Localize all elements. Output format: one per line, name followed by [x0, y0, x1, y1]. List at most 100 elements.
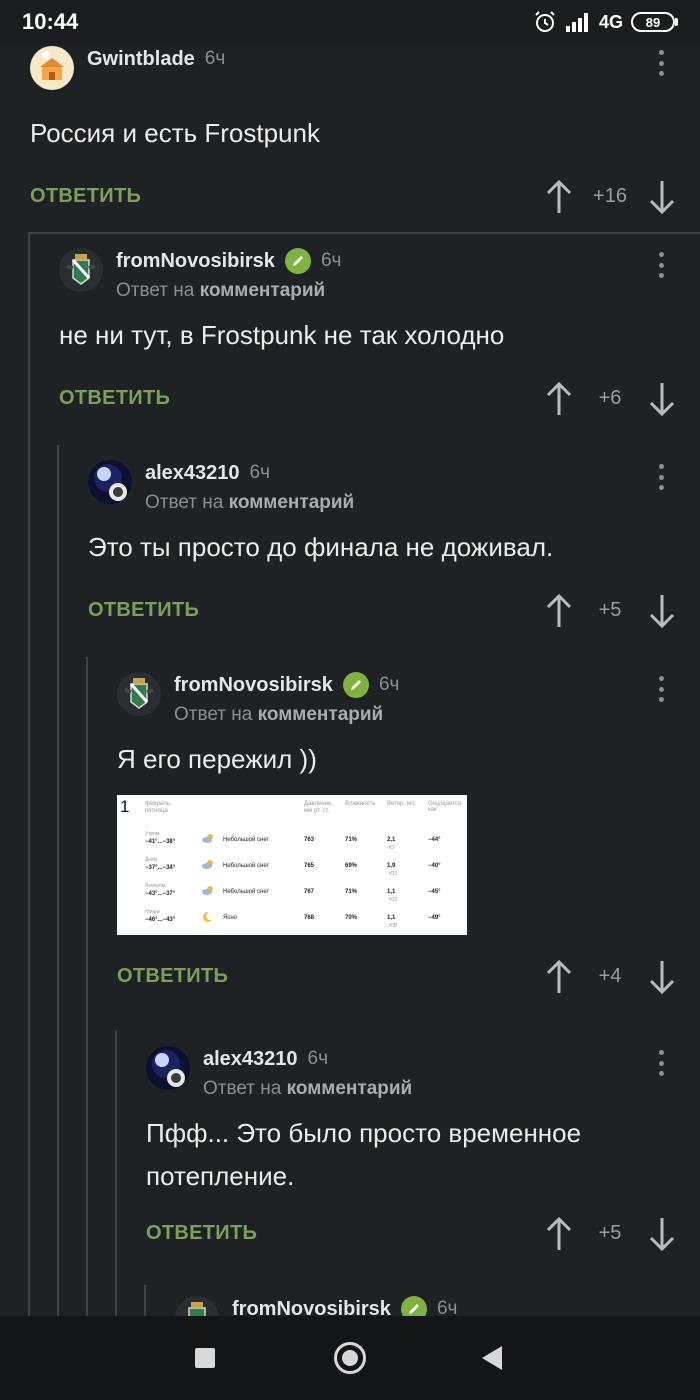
comment: alex43210 6ч Ответ на комментарий Пфф...… — [146, 1046, 700, 1264]
status-bar: 10:44 4G 89 — [0, 0, 700, 44]
reply-to-link[interactable]: комментарий — [229, 492, 355, 513]
thread-divider — [28, 232, 700, 234]
weather-wind: 2,1 — [387, 837, 396, 843]
comment-author[interactable]: fromNovosibirsk 6ч — [116, 248, 341, 274]
author-name[interactable]: fromNovosibirsk — [232, 1298, 391, 1317]
comment-time: 6ч — [204, 48, 226, 69]
more-options-icon[interactable] — [652, 464, 670, 490]
weather-temp: −41°...−38° — [145, 839, 176, 845]
status-time: 10:44 — [22, 9, 79, 34]
weather-wind-dir: ЮЗ — [389, 871, 398, 877]
reply-to-label: Ответ на комментарий — [145, 492, 355, 513]
weather-humidity: 70% — [345, 915, 358, 921]
comment-text: не ни тут, в Frostpunk не так холодно — [59, 320, 505, 350]
author-name[interactable]: alex43210 — [145, 462, 240, 485]
avatar[interactable] — [30, 46, 74, 90]
reply-to-label: Ответ на комментарий — [203, 1078, 413, 1099]
reply-to-link[interactable]: комментарий — [258, 704, 384, 725]
comment-author[interactable]: alex43210 6ч — [203, 1046, 328, 1072]
thread-line — [144, 1285, 146, 1316]
weather-period: Днём — [145, 857, 158, 863]
weather-pressure: 767 — [304, 889, 315, 895]
avatar[interactable] — [146, 1046, 190, 1090]
comment: alex43210 6ч Ответ на комментарий Это ты… — [88, 460, 700, 641]
comment-text: Я его пережил )) — [117, 744, 317, 774]
back-button-icon[interactable] — [482, 1346, 502, 1370]
weather-screenshot-image[interactable]: 1 февраль, пятница Давление, мм рт. ст. … — [117, 795, 467, 935]
downvote-arrow-icon[interactable] — [647, 593, 677, 629]
comment-score: +5 — [598, 599, 622, 621]
avatar[interactable] — [117, 672, 161, 716]
pencil-badge-icon — [400, 1296, 427, 1316]
weather-wind-dir: Ю — [389, 845, 395, 851]
weather-feels: −49° — [428, 915, 441, 921]
battery-level: 89 — [645, 14, 661, 30]
more-options-icon[interactable] — [652, 1050, 670, 1076]
comment-author[interactable]: alex43210 6ч — [145, 460, 270, 486]
weather-pressure: 768 — [304, 915, 315, 921]
comment-author[interactable]: fromNovosibirsk 6ч — [232, 1296, 457, 1316]
upvote-arrow-icon[interactable] — [544, 593, 574, 629]
reply-button[interactable]: ОТВЕТИТЬ — [146, 1222, 257, 1245]
weather-desc: Небольшой снег — [223, 889, 269, 895]
thread-line — [28, 234, 30, 1316]
weather-humidity: 71% — [345, 837, 358, 843]
avatar[interactable] — [88, 460, 132, 504]
author-name[interactable]: fromNovosibirsk — [116, 250, 275, 273]
downvote-arrow-icon[interactable] — [647, 959, 677, 995]
weather-feels: −44° — [428, 837, 441, 843]
weather-desc: Ясно — [223, 915, 237, 921]
upvote-arrow-icon[interactable] — [544, 381, 574, 417]
weather-desc: Небольшой снег — [223, 863, 269, 869]
weather-temp: −37°...−34° — [145, 865, 176, 871]
reply-button[interactable]: ОТВЕТИТЬ — [88, 599, 199, 622]
author-name[interactable]: fromNovosibirsk — [174, 674, 333, 697]
status-icons: 4G 89 — [533, 9, 678, 35]
recents-button-icon[interactable] — [195, 1348, 215, 1368]
reply-to-label: Ответ на комментарий — [116, 280, 326, 301]
comment-score: +4 — [598, 965, 622, 987]
weather-pressure: 763 — [304, 837, 315, 843]
upvote-arrow-icon[interactable] — [544, 959, 574, 995]
weather-desc: Небольшой снег — [223, 837, 269, 843]
comment-actions: ОТВЕТИТЬ +4 — [117, 947, 700, 1007]
weather-wind-dir: ЮВ — [389, 923, 398, 929]
snow-cloud-icon — [201, 833, 215, 847]
comment-text: Это ты просто до финала не доживал. — [88, 532, 554, 562]
weather-period: Ночью — [145, 909, 161, 915]
comment-author[interactable]: fromNovosibirsk 6ч — [174, 672, 399, 698]
author-name[interactable]: alex43210 — [203, 1048, 298, 1071]
avatar[interactable] — [59, 248, 103, 292]
battery-icon: 89 — [631, 12, 678, 32]
reply-button[interactable]: ОТВЕТИТЬ — [59, 387, 170, 410]
more-options-icon[interactable] — [652, 50, 670, 76]
thread-line — [86, 657, 88, 1316]
network-type: 4G — [598, 11, 623, 32]
reply-button[interactable]: ОТВЕТИТЬ — [117, 965, 228, 988]
weather-temp: −43°...−37° — [145, 891, 176, 897]
reply-to-link[interactable]: комментарий — [200, 280, 326, 301]
author-name[interactable]: Gwintblade — [87, 48, 195, 71]
comment-actions: ОТВЕТИТЬ +5 — [146, 1204, 700, 1264]
weather-feels: −45° — [428, 889, 441, 895]
upvote-arrow-icon[interactable] — [544, 179, 574, 215]
reply-to-link[interactable]: комментарий — [287, 1078, 413, 1099]
downvote-arrow-icon[interactable] — [647, 179, 677, 215]
downvote-arrow-icon[interactable] — [647, 1216, 677, 1252]
weather-humidity: 69% — [345, 863, 358, 869]
comment-actions: ОТВЕТИТЬ +5 — [88, 581, 700, 641]
weather-header-wind: Ветер, м/с — [387, 801, 416, 807]
more-options-icon[interactable] — [652, 252, 670, 278]
upvote-arrow-icon[interactable] — [544, 1216, 574, 1252]
weather-header-date: февраль, — [145, 801, 172, 807]
home-button-icon[interactable] — [334, 1342, 366, 1374]
downvote-arrow-icon[interactable] — [647, 381, 677, 417]
moon-icon — [201, 911, 213, 925]
comment-author[interactable]: Gwintblade 6ч — [87, 46, 225, 72]
more-options-icon[interactable] — [652, 676, 670, 702]
reply-button[interactable]: ОТВЕТИТЬ — [30, 185, 141, 208]
weather-header-pressure: Давление, — [304, 801, 333, 807]
thread-line — [115, 1030, 117, 1316]
comment: fromNovosibirsk 6ч Ответ на комментарий … — [59, 248, 700, 429]
avatar[interactable] — [175, 1296, 219, 1316]
